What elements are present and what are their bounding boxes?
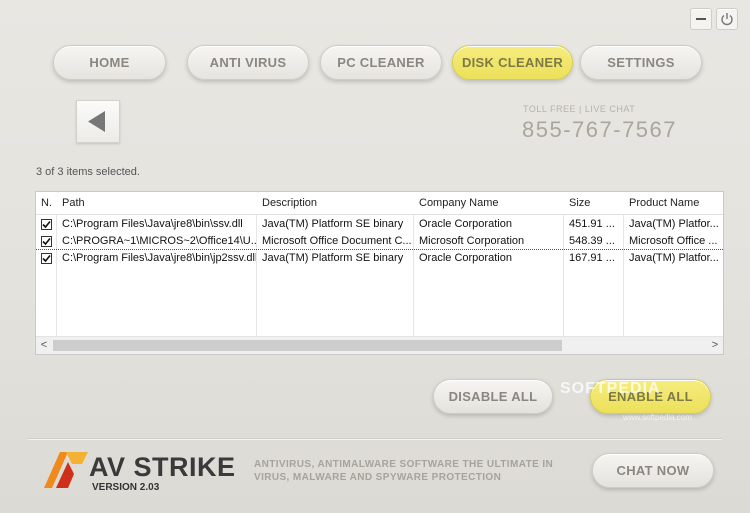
selection-count: 3 of 3 items selected. xyxy=(36,166,140,178)
watermark-url: www.softpedia.com xyxy=(623,413,692,422)
cell-product: Microsoft Office ... xyxy=(629,235,718,247)
table-row[interactable]: C:\Program Files\Java\jre8\bin\ssv.dll J… xyxy=(36,216,723,233)
brand-av: AV xyxy=(89,452,126,482)
scroll-left-button[interactable]: < xyxy=(36,337,52,354)
checkmark-icon xyxy=(42,254,51,263)
cell-path: C:\PROGRA~1\MICROS~2\Office14\U... xyxy=(62,235,256,247)
back-button[interactable] xyxy=(76,100,120,143)
phone-number: 855-767-7567 xyxy=(522,117,678,142)
brand-strike: STRIKE xyxy=(133,452,236,482)
column-header-product[interactable]: Product Name xyxy=(624,192,723,214)
row-checkbox[interactable] xyxy=(41,253,52,264)
minus-icon xyxy=(696,18,706,20)
cell-company: Microsoft Corporation xyxy=(419,235,525,247)
disable-all-button[interactable]: DISABLE ALL xyxy=(433,379,553,414)
power-icon xyxy=(721,13,733,26)
minimize-button[interactable] xyxy=(690,8,712,30)
scrollbar-thumb[interactable] xyxy=(53,340,562,351)
column-header-path[interactable]: Path xyxy=(57,192,256,214)
watermark-text: SOFTPEDIA xyxy=(560,380,661,397)
table-row[interactable]: C:\Program Files\Java\jre8\bin\jp2ssv.dl… xyxy=(36,250,723,267)
column-header-size[interactable]: Size xyxy=(564,192,623,214)
tagline: ANTIVIRUS, ANTIMALWARE SOFTWARE THE ULTI… xyxy=(254,459,554,483)
column-header-description[interactable]: Description xyxy=(257,192,413,214)
footer-divider xyxy=(28,438,722,439)
row-checkbox[interactable] xyxy=(41,219,52,230)
brand-logo-text: AV STRIKE xyxy=(89,452,236,483)
checkmark-icon xyxy=(42,220,51,229)
scroll-right-button[interactable]: > xyxy=(707,337,723,354)
row-checkbox[interactable] xyxy=(41,236,52,247)
checkmark-icon xyxy=(42,237,51,246)
cell-description: Microsoft Office Document C... xyxy=(262,235,412,247)
cell-path: C:\Program Files\Java\jre8\bin\jp2ssv.dl… xyxy=(62,252,256,264)
column-header-company[interactable]: Company Name xyxy=(414,192,563,214)
close-button[interactable] xyxy=(716,8,738,30)
cell-product: Java(TM) Platfor... xyxy=(629,218,719,230)
cell-description: Java(TM) Platform SE binary xyxy=(262,252,404,264)
cell-size: 548.39 ... xyxy=(569,235,615,247)
tab-anti-virus[interactable]: ANTI VIRUS xyxy=(187,45,309,80)
tab-pc-cleaner[interactable]: PC CLEANER xyxy=(320,45,442,80)
back-arrow-icon xyxy=(88,111,105,132)
tab-disk-cleaner[interactable]: DISK CLEANER xyxy=(452,45,573,80)
table-header: N. Path Description Company Name Size Pr… xyxy=(36,192,723,215)
column-header-n[interactable]: N. xyxy=(36,192,56,214)
table-row[interactable]: C:\PROGRA~1\MICROS~2\Office14\U... Micro… xyxy=(36,233,723,250)
horizontal-scrollbar[interactable]: < > xyxy=(36,336,723,354)
cell-company: Oracle Corporation xyxy=(419,218,512,230)
cell-product: Java(TM) Platfor... xyxy=(629,252,719,264)
version-label: VERSION 2.03 xyxy=(92,482,160,493)
items-table[interactable]: N. Path Description Company Name Size Pr… xyxy=(35,191,724,355)
cell-path: C:\Program Files\Java\jre8\bin\ssv.dll xyxy=(62,218,243,230)
tab-home[interactable]: HOME xyxy=(53,45,166,80)
chat-now-button[interactable]: CHAT NOW xyxy=(592,453,714,488)
cell-size: 167.91 ... xyxy=(569,252,615,264)
toll-free-label: TOLL FREE | LIVE CHAT xyxy=(523,104,636,114)
cell-size: 451.91 ... xyxy=(569,218,615,230)
cell-company: Oracle Corporation xyxy=(419,252,512,264)
cell-description: Java(TM) Platform SE binary xyxy=(262,218,404,230)
tab-settings[interactable]: SETTINGS xyxy=(580,45,702,80)
av-strike-logo-icon xyxy=(44,452,88,488)
